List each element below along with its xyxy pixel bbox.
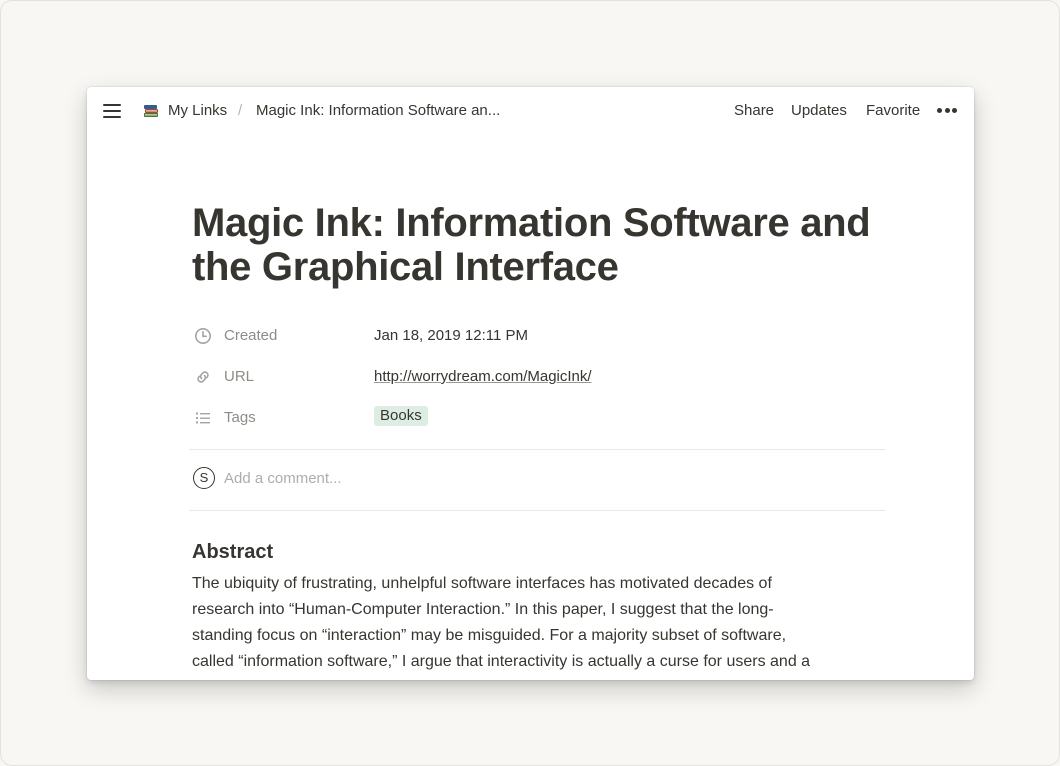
section-heading[interactable]: Abstract <box>192 540 273 564</box>
page-title[interactable]: Magic Ink: Information Software and the … <box>192 201 892 289</box>
topbar: My Links / Magic Ink: Information Softwa… <box>87 87 974 135</box>
clock-icon <box>195 328 211 344</box>
text-line: standing focus on “interaction” may be m… <box>192 627 787 644</box>
share-button[interactable]: Share <box>734 102 774 120</box>
link-icon <box>197 371 209 383</box>
property-label-tags: Tags <box>224 409 256 426</box>
sidebar-toggle-icon[interactable] <box>103 103 121 119</box>
books-icon <box>144 105 158 117</box>
tag-badge[interactable]: Books <box>374 406 428 426</box>
property-url: URL http://worrydream.com/MagicInk/ <box>192 362 892 392</box>
property-value-created[interactable]: Jan 18, 2019 12:11 PM <box>374 327 528 345</box>
property-label-url: URL <box>224 368 255 385</box>
text-line: research into “Human-Computer Interactio… <box>192 601 774 618</box>
property-tags: Tags Books <box>192 403 892 433</box>
divider <box>189 510 885 511</box>
text-line: The ubiquity of frustrating, unhelpful s… <box>192 575 772 592</box>
abstract-text[interactable]: The ubiquity of frustrating, unhelpful s… <box>192 571 892 675</box>
property-label-created: Created <box>224 327 278 344</box>
property-created: Created Jan 18, 2019 12:11 PM <box>192 321 892 351</box>
outer-frame: My Links / Magic Ink: Information Softwa… <box>0 0 1060 766</box>
text-line: called “information software,” I argue t… <box>192 653 811 670</box>
breadcrumb-my-links[interactable]: My Links <box>168 102 227 120</box>
comment-input[interactable] <box>224 468 824 488</box>
avatar: S <box>193 467 215 489</box>
more-options-icon[interactable] <box>937 108 957 114</box>
breadcrumb-current-page[interactable]: Magic Ink: Information Software an... <box>256 102 500 120</box>
divider <box>189 449 885 450</box>
updates-button[interactable]: Updates <box>791 102 847 120</box>
url-link[interactable]: http://worrydream.com/MagicInk/ <box>374 368 592 386</box>
breadcrumb-separator: / <box>238 102 243 119</box>
list-icon <box>196 412 210 424</box>
app-window: My Links / Magic Ink: Information Softwa… <box>87 87 974 680</box>
favorite-button[interactable]: Favorite <box>866 102 920 120</box>
